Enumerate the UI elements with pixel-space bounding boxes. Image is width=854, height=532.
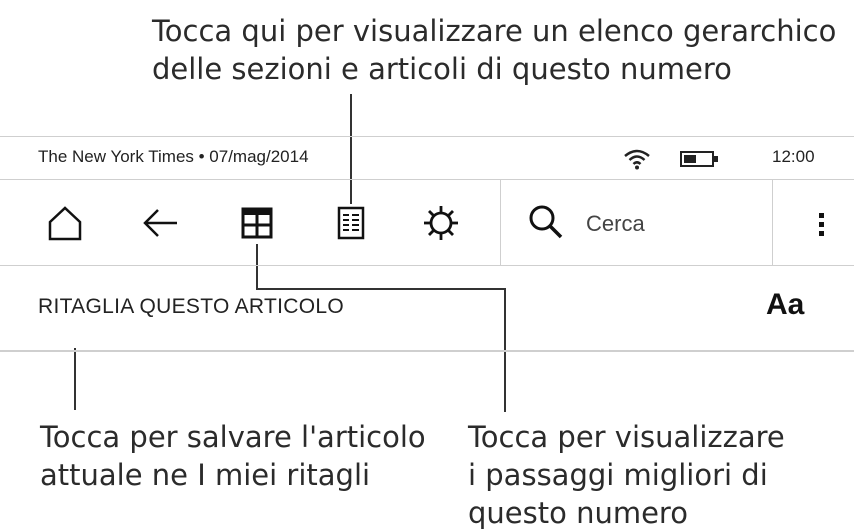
callout-line: delle sezioni e articoli di questo numer… [152,52,732,86]
status-bar: The New York Times • 07/mag/2014 12:00 [0,136,854,180]
leader-line-left [74,348,76,410]
callout-sections-list: Tocca qui per visualizzare un elenco ger… [152,12,836,88]
article-list-button[interactable] [330,202,372,244]
callout-line: Tocca qui per visualizzare un elenco ger… [152,14,837,48]
callout-line: attuale ne I miei ritagli [40,458,371,492]
font-settings-button[interactable]: Aa [766,288,804,322]
clip-article-button[interactable]: RITAGLIA QUESTO ARTICOLO [38,295,344,319]
kindle-toolbar-panel: The New York Times • 07/mag/2014 12:00 C… [0,136,854,352]
settings-gear-icon [424,206,458,240]
article-list-icon [337,206,365,240]
search-field[interactable]: Cerca [518,200,758,246]
sections-grid-icon [241,207,273,239]
toolbar-divider [500,180,501,266]
wifi-icon [622,148,652,174]
toolbar: Cerca [0,180,854,266]
search-icon [529,205,563,239]
clip-bar: RITAGLIA QUESTO ARTICOLO Aa [0,266,854,352]
toolbar-divider [772,180,773,266]
callout-line: questo numero [468,496,688,530]
back-arrow-icon [143,209,177,237]
home-icon [48,206,82,241]
search-label: Cerca [586,211,645,236]
battery-icon [680,150,720,172]
publication-title: The New York Times • 07/mag/2014 [38,147,309,166]
callout-line: i passaggi migliori di [468,458,768,492]
back-button[interactable] [140,202,182,244]
callout-line: Tocca per salvare l'articolo [40,420,426,454]
clock: 12:00 [772,147,815,166]
settings-button[interactable] [420,202,462,244]
more-vertical-icon [819,213,824,236]
more-menu-button[interactable] [810,204,834,244]
callout-best-passages: Tocca per visualizzare i passaggi miglio… [468,418,785,532]
callout-clip-article: Tocca per salvare l'articolo attuale ne … [40,418,426,494]
callout-line: Tocca per visualizzare [468,420,785,454]
sections-button[interactable] [236,202,278,244]
home-button[interactable] [44,202,86,244]
